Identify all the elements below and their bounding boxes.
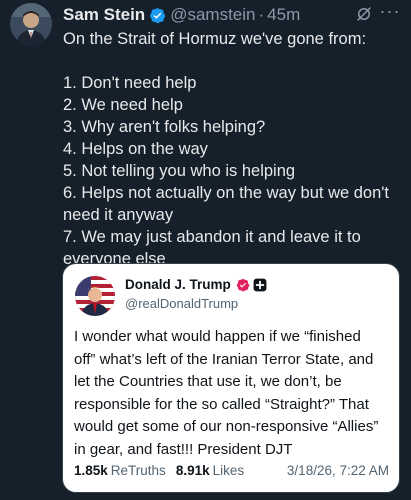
display-name[interactable]: Sam Stein bbox=[63, 5, 145, 25]
quoted-post[interactable]: Donald J. Trump @realDonaldTrump I wonde… bbox=[62, 263, 400, 493]
quoted-text-line: in gear, and fast!!! President DJT bbox=[74, 440, 293, 458]
handle[interactable]: @samstein bbox=[170, 5, 255, 25]
quoted-text-line: let the Countries that use it, we don’t,… bbox=[74, 373, 342, 390]
quoted-text-line: off” what’s left of the Iranian Terror S… bbox=[74, 350, 374, 368]
post-text-line: 4. Helps on the way bbox=[63, 140, 208, 158]
post-text-line bbox=[63, 50, 403, 72]
retruths-count[interactable]: 1.85k bbox=[74, 463, 108, 478]
post-text-line: 5. Not telling you who is helping bbox=[63, 162, 296, 180]
retruths-label: ReTruths bbox=[110, 462, 166, 478]
likes-count[interactable]: 8.91k bbox=[176, 463, 210, 478]
post-text-line: 1. Don't need help bbox=[63, 74, 197, 92]
quoted-text-line: I wonder what would happen if we “finish… bbox=[74, 328, 361, 345]
post: Sam Stein @samstein · 45m ··· On the Str… bbox=[0, 0, 411, 500]
grok-icon[interactable] bbox=[355, 5, 373, 23]
more-options-icon[interactable]: ··· bbox=[379, 2, 401, 23]
avatar[interactable] bbox=[10, 3, 52, 45]
quoted-avatar[interactable] bbox=[75, 276, 115, 316]
quoted-text-line: would get some of our non-responsive “Al… bbox=[74, 418, 379, 435]
post-text-line: On the Strait of Hormuz we've gone from: bbox=[63, 30, 367, 48]
affiliate-badge-icon bbox=[253, 278, 267, 291]
separator-dot: · bbox=[258, 5, 265, 24]
quoted-display-name-text: Donald J. Trump bbox=[125, 277, 231, 292]
post-text-line: 3. Why aren't folks helping? bbox=[63, 118, 266, 136]
verified-badge-icon bbox=[236, 278, 250, 291]
post-text-line: 7. We may just abandon it and leave it t… bbox=[63, 228, 361, 246]
quoted-text: I wonder what would happen if we “finish… bbox=[74, 326, 394, 461]
quoted-display-name[interactable]: Donald J. Trump bbox=[125, 277, 267, 292]
quoted-text-line: responsible for the so called “Straight?… bbox=[74, 395, 369, 413]
quoted-handle[interactable]: @realDonaldTrump bbox=[125, 296, 238, 311]
post-text-line: 2. We need help bbox=[63, 96, 183, 114]
post-text: On the Strait of Hormuz we've gone from:… bbox=[63, 28, 403, 270]
likes-label: Likes bbox=[212, 462, 245, 478]
post-text-line: need it anyway bbox=[63, 206, 174, 224]
quoted-date: 3/18/26, 7:22 AM bbox=[286, 462, 389, 478]
verified-badge-icon bbox=[150, 7, 166, 23]
post-header: Sam Stein @samstein · 45m bbox=[63, 4, 401, 26]
post-text-line: 6. Helps not actually on the way but we … bbox=[63, 184, 390, 202]
timestamp[interactable]: 45m bbox=[267, 5, 300, 25]
quoted-stats: 1.85k ReTruths 8.91k Likes 3/18/26, 7:22… bbox=[74, 460, 389, 480]
